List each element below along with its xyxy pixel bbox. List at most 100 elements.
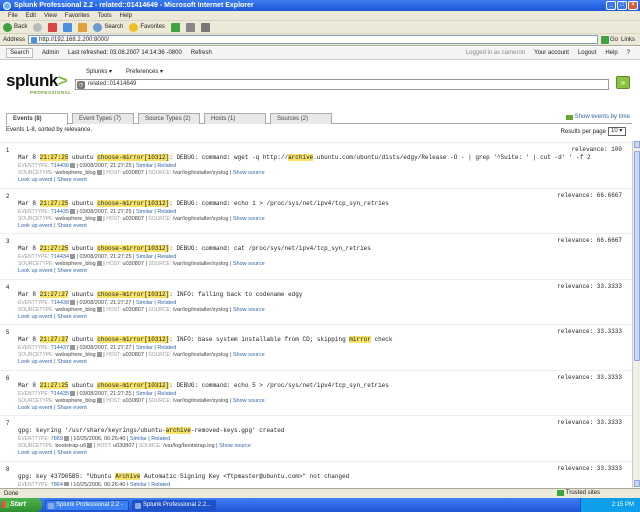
host-value[interactable]: u030807 [123,307,144,313]
source-value[interactable]: /var/log/installer/syslog [173,398,229,404]
sourcetype-tag-icon[interactable] [87,443,93,449]
eventtype-tag-icon[interactable] [63,481,69,486]
search-history-icon[interactable]: ◷ [77,81,85,89]
print-button[interactable] [201,22,211,32]
sourcetype-tag-icon[interactable] [96,170,102,176]
lookup-event-link[interactable]: Look up event [18,268,53,274]
back-button[interactable]: Back [3,22,27,32]
maximize-icon[interactable]: □ [617,1,627,10]
lookup-event-link[interactable]: Look up event [18,450,53,456]
show-source-link[interactable]: Show source [233,352,265,358]
host-value[interactable]: u030807 [123,261,144,267]
refresh-link[interactable]: Refresh [191,50,212,56]
nav-search-button[interactable]: Search [6,48,34,58]
sourcetype-tag-icon[interactable] [96,215,102,221]
go-button[interactable]: Go [601,35,618,44]
sourcetype-value[interactable]: websphere_blog [55,398,95,404]
eventtype-value[interactable]: 7864 [51,482,63,487]
lookup-event-link[interactable]: Look up event [18,177,53,183]
source-value[interactable]: /var/log/installer/syslog [173,261,229,267]
help-link[interactable]: Help [605,50,617,56]
address-input[interactable]: http://192.168.2.200:8000/ [28,35,599,44]
share-event-link[interactable]: Share event [57,314,87,320]
search-input[interactable]: ◷ related::01414649 [75,79,609,90]
sourcetype-value[interactable]: websphere_blog [55,261,95,267]
tab-sources[interactable]: Sources (2) [270,113,332,124]
home-button[interactable] [78,22,88,32]
tab-hosts[interactable]: Hosts (1) [204,113,266,124]
taskbar-item-splunk-1[interactable]: Splunk Professional 2.2 - ... [45,499,129,512]
nav-admin-link[interactable]: Admin [42,50,59,56]
show-source-link[interactable]: Show source [233,307,265,313]
your-account-link[interactable]: Your account [534,50,569,56]
lookup-event-link[interactable]: Look up event [18,405,53,411]
show-source-link[interactable]: Show source [233,398,265,404]
eventtype-value[interactable]: ?14436 [51,163,69,169]
eventtype-tag-icon[interactable] [70,299,76,305]
history-button[interactable] [171,22,181,32]
source-value[interactable]: /var/log/installer/syslog [173,170,229,176]
sourcetype-tag-icon[interactable] [96,352,102,358]
eventtype-tag-icon[interactable] [70,390,76,396]
source-value[interactable]: /var/log/installer/syslog [173,307,229,313]
share-event-link[interactable]: Share event [57,450,87,456]
taskbar-item-splunk-2[interactable]: Splunk Professional 2.2... [132,499,216,511]
lookup-event-link[interactable]: Look up event [18,359,53,365]
show-source-link[interactable]: Show source [233,170,265,176]
source-value[interactable]: /var/log/bootstrap.log [163,443,214,449]
menu-file[interactable]: File [8,11,18,20]
related-link[interactable]: Related [157,209,176,215]
tab-source-types[interactable]: Source Types (2) [138,113,200,124]
sourcetype-value[interactable]: websphere_blog [55,170,95,176]
search-go-button[interactable]: » [616,76,630,89]
favorites-button[interactable]: Favorites [129,22,165,32]
show-by-time-link[interactable]: Show events by time [565,114,630,120]
sourcetype-tag-icon[interactable] [96,306,102,312]
source-value[interactable]: /var/log/installer/syslog [173,352,229,358]
splunks-menu[interactable]: Splunks ▾ [86,68,112,75]
menu-edit[interactable]: Edit [26,11,36,20]
related-link[interactable]: Related [157,163,176,169]
related-link[interactable]: Related [157,300,176,306]
logout-link[interactable]: Logout [578,50,596,56]
sourcetype-value[interactable]: websphere_blog [55,352,95,358]
menu-view[interactable]: View [44,11,57,20]
sourcetype-value[interactable]: bootstrap-u6 [55,443,86,449]
eventtype-value[interactable]: ?14434 [51,254,69,260]
related-link[interactable]: Related [157,345,176,351]
sourcetype-value[interactable]: websphere_blog [55,307,95,313]
tab-event-types[interactable]: Event Types (7) [72,113,134,124]
forward-button[interactable] [33,22,43,32]
similar-link[interactable]: Similar [136,254,153,260]
refresh-button[interactable] [63,22,73,32]
host-value[interactable]: u030807 [123,170,144,176]
search-button[interactable]: Search [93,22,123,32]
host-value[interactable]: u030807 [123,398,144,404]
related-link[interactable]: Related [151,436,170,442]
eventtype-tag-icon[interactable] [63,436,69,442]
share-event-link[interactable]: Share event [57,359,87,365]
share-event-link[interactable]: Share event [57,268,87,274]
similar-link[interactable]: Similar [136,300,153,306]
similar-link[interactable]: Similar [136,163,153,169]
scroll-up-icon[interactable] [634,141,640,148]
menu-help[interactable]: Help [120,11,132,20]
sourcetype-tag-icon[interactable] [96,397,102,403]
similar-link[interactable]: Similar [136,391,153,397]
per-page-select[interactable]: 10 ▾ [608,127,626,136]
source-value[interactable]: /var/log/installer/syslog [173,216,229,222]
eventtype-value[interactable]: ?14435 [51,391,69,397]
show-source-link[interactable]: Show source [219,443,251,449]
host-value[interactable]: u030807 [113,443,134,449]
share-event-link[interactable]: Share event [57,405,87,411]
similar-link[interactable]: Similar [136,209,153,215]
eventtype-value[interactable]: ?14438 [51,300,69,306]
eventtype-tag-icon[interactable] [70,345,76,351]
similar-link[interactable]: Similar [130,436,147,442]
page-scrollbar[interactable] [632,141,640,487]
links-button[interactable]: Links [621,37,635,43]
related-link[interactable]: Related [151,482,170,487]
eventtype-value[interactable]: ?14435 [51,209,69,215]
splunk-logo[interactable]: splunk> [6,71,68,91]
stop-button[interactable] [48,22,58,32]
